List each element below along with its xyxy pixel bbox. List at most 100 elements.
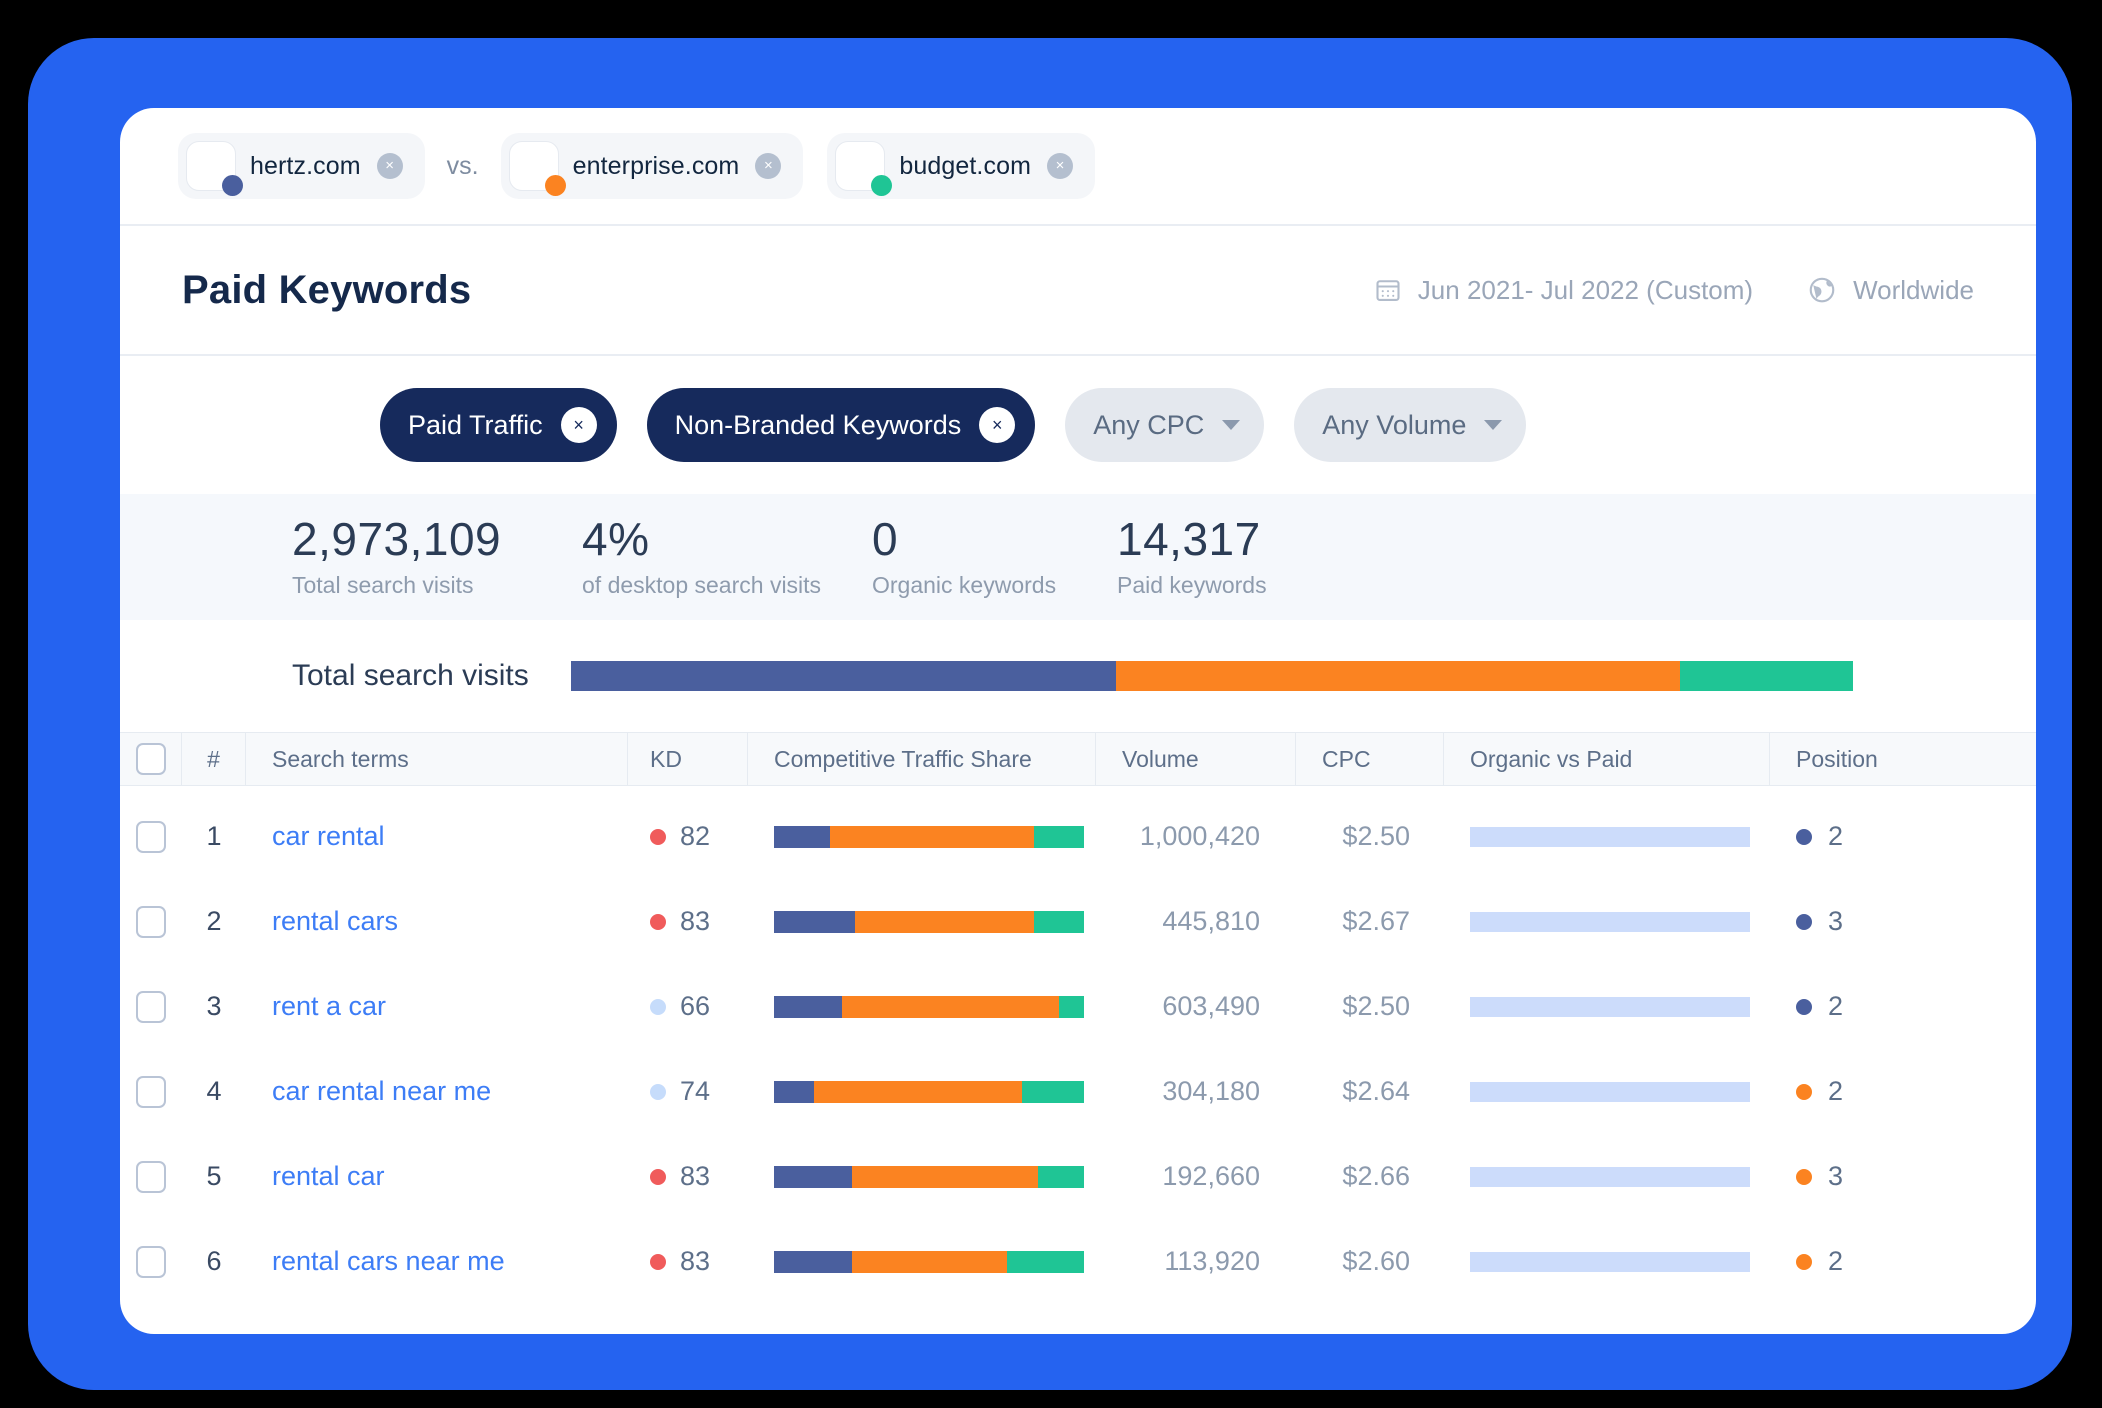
search-term-cell[interactable]: rental cars xyxy=(246,879,628,964)
table-row[interactable]: 6 rental cars near me 83 113,920 $2.60 2 xyxy=(120,1219,2036,1304)
volume-cell: 192,660 xyxy=(1096,1134,1296,1219)
remove-domain-icon[interactable]: × xyxy=(376,153,403,179)
cpc-value: $2.60 xyxy=(1342,1246,1410,1276)
domain-name: hertz.com xyxy=(250,151,361,180)
cts-segment xyxy=(851,1250,1007,1273)
row-select-cell[interactable] xyxy=(120,1049,182,1134)
globe-icon xyxy=(1807,275,1837,305)
table-row[interactable]: 2 rental cars 83 445,810 $2.67 3 xyxy=(120,879,2036,964)
total-search-visits-label: Total search visits xyxy=(292,659,529,692)
calendar-icon xyxy=(1374,276,1402,304)
competitive-traffic-share-bar xyxy=(774,1080,1084,1103)
chevron-down-icon xyxy=(1222,420,1241,430)
search-term-link: car rental xyxy=(272,821,385,851)
stat-value: 0 xyxy=(872,512,899,565)
column-header-volume[interactable]: Volume xyxy=(1096,732,1296,786)
remove-domain-icon[interactable]: × xyxy=(1047,153,1073,179)
select-all-cell[interactable] xyxy=(120,732,182,786)
search-term-cell[interactable]: rental cars near me xyxy=(246,1219,628,1304)
stat-value: 4% xyxy=(582,512,650,565)
competitive-traffic-share-bar xyxy=(774,825,1084,848)
remove-domain-icon[interactable]: × xyxy=(755,153,782,179)
volume-value: 304,180 xyxy=(1162,1076,1260,1106)
row-index-cell: 1 xyxy=(182,794,246,879)
row-select-cell[interactable] xyxy=(120,964,182,1049)
table-row[interactable]: 3 rent a car 66 603,490 $2.50 2 xyxy=(120,964,2036,1049)
column-header-organic-vs-paid[interactable]: Organic vs Paid xyxy=(1444,732,1770,786)
filter-dropdown-volume[interactable]: Any Volume xyxy=(1294,388,1527,462)
kd-status-dot xyxy=(650,913,666,930)
row-checkbox[interactable] xyxy=(136,905,166,938)
organic-vs-paid-bar xyxy=(1470,1081,1750,1102)
row-checkbox[interactable] xyxy=(136,1160,166,1193)
cpc-value: $2.67 xyxy=(1342,906,1410,936)
filter-bar: Paid Traffic × Non-Branded Keywords × An… xyxy=(120,356,2036,494)
row-select-cell[interactable] xyxy=(120,1219,182,1304)
table-row[interactable]: 5 rental car 83 192,660 $2.66 3 xyxy=(120,1134,2036,1219)
row-select-cell[interactable] xyxy=(120,794,182,879)
kd-cell: 83 xyxy=(628,879,748,964)
domain-chip-budget[interactable]: budget.com × xyxy=(827,133,1095,199)
organic-vs-paid-bar xyxy=(1470,996,1750,1017)
search-term-cell[interactable]: car rental xyxy=(246,794,628,879)
page-title: Paid Keywords xyxy=(182,267,472,312)
filter-dropdown-cpc[interactable]: Any CPC xyxy=(1065,388,1265,462)
position-cell: 3 xyxy=(1770,879,1996,964)
organic-vs-paid-cell xyxy=(1444,1049,1770,1134)
position-cell: 3 xyxy=(1770,1134,1996,1219)
stat-label: of desktop search visits xyxy=(582,572,822,599)
organic-vs-paid-bar xyxy=(1470,1251,1750,1272)
date-range-selector[interactable]: Jun 2021- Jul 2022 (Custom) xyxy=(1374,275,1753,306)
column-header-kd[interactable]: KD xyxy=(628,732,748,786)
location-selector[interactable]: Worldwide xyxy=(1807,275,1974,306)
table-row[interactable]: 4 car rental near me 74 304,180 $2.64 2 xyxy=(120,1049,2036,1134)
stat-label: Total search visits xyxy=(292,572,474,599)
row-index: 4 xyxy=(206,1076,222,1106)
cts-segment xyxy=(774,995,843,1018)
cpc-value: $2.50 xyxy=(1342,821,1410,851)
filter-pill-paid-traffic[interactable]: Paid Traffic × xyxy=(380,388,617,462)
bar-segment-hertz xyxy=(570,661,1116,691)
app-card: hertz.com × vs. enterprise.com × budget.… xyxy=(120,108,2036,1334)
cts-segment xyxy=(1006,1250,1084,1273)
select-all-checkbox[interactable] xyxy=(135,743,166,775)
row-index: 5 xyxy=(206,1161,222,1191)
row-select-cell[interactable] xyxy=(120,1134,182,1219)
row-index-cell: 2 xyxy=(182,879,246,964)
row-checkbox[interactable] xyxy=(136,1245,166,1278)
row-checkbox[interactable] xyxy=(136,820,166,853)
device-frame: hertz.com × vs. enterprise.com × budget.… xyxy=(28,38,2072,1390)
stat-value: 2,973,109 xyxy=(292,512,502,565)
row-checkbox[interactable] xyxy=(136,1075,166,1108)
competitive-traffic-share-bar xyxy=(774,1165,1084,1188)
column-header-num[interactable]: # xyxy=(182,732,246,786)
domain-chip-enterprise[interactable]: enterprise.com × xyxy=(500,133,804,199)
column-header-cpc[interactable]: CPC xyxy=(1296,732,1444,786)
row-checkbox[interactable] xyxy=(136,990,166,1023)
remove-filter-icon[interactable]: × xyxy=(979,407,1016,443)
competitive-traffic-share-cell xyxy=(748,1219,1096,1304)
domain-chip-hertz[interactable]: hertz.com × xyxy=(178,133,425,199)
search-term-cell[interactable]: car rental near me xyxy=(246,1049,628,1134)
series-color-dot xyxy=(871,175,893,196)
stat-paid-keywords: 14,317 Paid keywords xyxy=(1117,515,1377,599)
filter-pill-non-branded-keywords[interactable]: Non-Branded Keywords × xyxy=(646,388,1036,462)
search-term-cell[interactable]: rental car xyxy=(246,1134,628,1219)
volume-cell: 603,490 xyxy=(1096,964,1296,1049)
row-select-cell[interactable] xyxy=(120,879,182,964)
column-header-search-terms[interactable]: Search terms xyxy=(246,732,628,786)
competitive-traffic-share-cell xyxy=(748,964,1096,1049)
remove-filter-icon[interactable]: × xyxy=(560,407,597,443)
kd-status-dot xyxy=(650,1083,666,1100)
search-term-cell[interactable]: rent a car xyxy=(246,964,628,1049)
cpc-value: $2.64 xyxy=(1342,1076,1410,1106)
chevron-down-icon xyxy=(1484,420,1503,430)
cts-segment xyxy=(774,825,830,848)
cts-segment xyxy=(1059,995,1084,1018)
column-header-competitive-traffic-share[interactable]: Competitive Traffic Share xyxy=(748,732,1096,786)
column-header-position[interactable]: Position xyxy=(1770,732,1996,786)
table-row[interactable]: 1 car rental 82 1,000,420 $2.50 2 xyxy=(120,794,2036,879)
volume-value: 192,660 xyxy=(1162,1161,1260,1191)
location-label: Worldwide xyxy=(1853,274,1974,305)
kd-cell: 66 xyxy=(628,964,748,1049)
